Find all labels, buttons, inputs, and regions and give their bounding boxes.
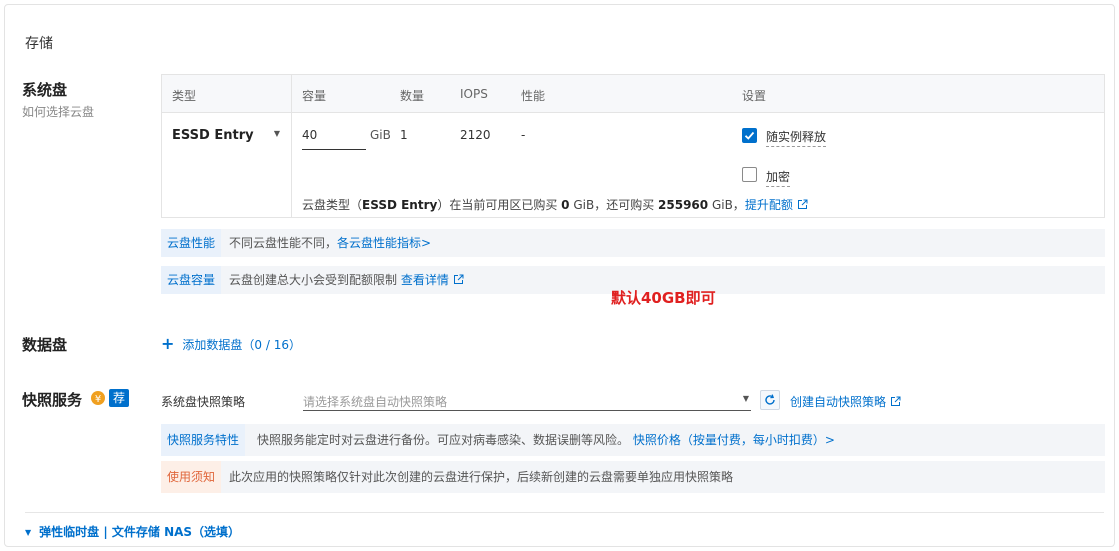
disk-type-select[interactable]: ESSD Entry ▼ [172,128,284,148]
external-link-icon [453,274,464,284]
svg-text:¥: ¥ [95,394,101,405]
header-performance: 性能 [521,89,546,103]
disk-performance: - [521,128,526,142]
snapshot-feature-bar: 快照服务特性 快照服务能定时对云盘进行备份。可应对病毒感染、数据误删等风险。 快… [161,424,1105,456]
caret-down-icon: ▼ [25,528,32,537]
disk-capacity-tag: 云盘容量 [161,266,222,294]
disk-performance-bar: 云盘性能 不同云盘性能不同，各云盘性能指标> [161,229,1105,257]
encrypt-checkbox[interactable] [742,167,757,182]
snapshot-policy-placeholder: 请选择系统盘自动快照策略 [303,395,448,409]
release-with-instance-checkbox[interactable] [742,128,757,143]
refresh-icon [765,394,775,405]
usage-notice-tag: 使用须知 [161,461,222,493]
plus-icon: + [161,334,175,353]
system-disk-table: 类型 容量 数量 IOPS 性能 设置 ESSD Entry ▼ 40 GiB … [161,74,1105,218]
capacity-value: 40 [302,128,318,142]
encrypt-label: 加密 [766,168,791,187]
capacity-unit: GiB [370,128,391,142]
capacity-input[interactable]: 40 [302,128,366,150]
increase-quota-link[interactable]: 提升配额 [745,198,808,212]
section-title: 存储 [25,36,53,52]
refresh-button[interactable] [760,390,780,410]
external-link-icon [890,396,901,406]
disk-count: 1 [400,128,408,142]
header-iops: IOPS [460,87,488,101]
release-with-instance-label: 随实例释放 [766,128,827,147]
view-details-link[interactable]: 查看详情 [401,273,464,287]
snapshot-feature-tag: 快照服务特性 [161,424,246,456]
coin-icon: ¥ [91,391,105,405]
disk-performance-tag: 云盘性能 [161,229,222,257]
disk-performance-metrics-link[interactable]: 各云盘性能指标> [337,236,431,250]
usage-notice-bar: 使用须知 此次应用的快照策略仅针对此次创建的云盘进行保护，后续新创建的云盘需要单… [161,461,1105,493]
check-icon [744,131,755,140]
disk-iops: 2120 [460,128,491,142]
dropdown-arrow-icon: ▼ [742,394,749,403]
optional-storage-toggle[interactable]: ▼ 弹性临时盘 | 文件存储 NAS（选填） [25,523,240,540]
data-disk-label: 数据盘 [22,336,68,354]
snapshot-price-link[interactable]: 快照价格（按量付费，每小时扣费）> [633,433,835,447]
snapshot-policy-label: 系统盘快照策略 [161,395,246,409]
add-data-disk-button[interactable]: + 添加数据盘（0 / 16） [161,334,301,353]
how-to-choose-disk-link[interactable]: 如何选择云盘 [22,103,94,120]
header-settings: 设置 [742,89,767,103]
recommend-badge: 荐 [109,389,129,407]
header-count: 数量 [400,89,425,103]
system-disk-label: 系统盘 [22,81,68,99]
header-type: 类型 [172,89,197,103]
external-link-icon [797,199,808,209]
dropdown-arrow-icon: ▼ [273,129,280,138]
default-capacity-annotation: 默认40GB即可 [611,289,716,307]
create-snapshot-policy-link[interactable]: 创建自动快照策略 [790,393,901,410]
usage-notice-text: 此次应用的快照策略仅针对此次创建的云盘进行保护，后续新创建的云盘需要单独应用快照… [229,470,734,484]
disk-type-value: ESSD Entry [172,128,254,143]
snapshot-policy-select[interactable]: 请选择系统盘自动快照策略 ▼ [303,389,751,411]
quota-info: 云盘类型（ESSD Entry）在当前可用区已购买 0 GiB，还可购买 255… [302,196,808,213]
storage-card: 存储 系统盘 如何选择云盘 类型 容量 数量 IOPS 性能 设置 ESSD E… [4,4,1115,547]
snapshot-service-label: 快照服务 [22,391,83,409]
header-capacity: 容量 [302,89,327,103]
divider [25,512,1104,513]
